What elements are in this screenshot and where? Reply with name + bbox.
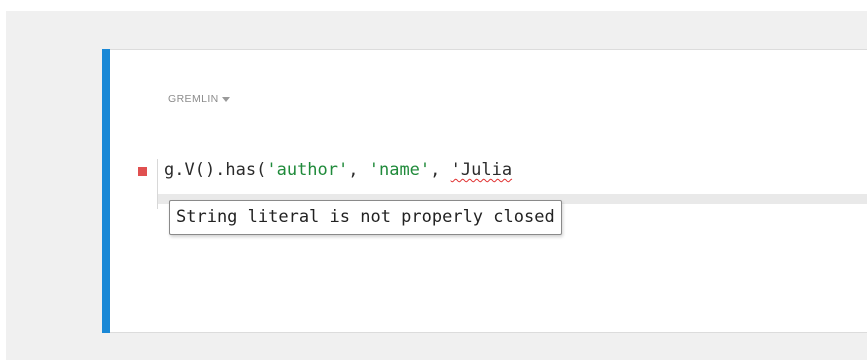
code-editor-line[interactable]: g.V().has('author', 'name', 'Julia: [164, 158, 512, 182]
code-token: ,: [430, 160, 451, 180]
code-error-token: 'Julia: [450, 160, 513, 180]
code-token: g.V().has(: [164, 160, 267, 180]
language-dropdown-label: GREMLIN: [168, 93, 219, 105]
code-token: ,: [348, 160, 369, 180]
language-dropdown[interactable]: GREMLIN: [168, 93, 230, 105]
code-string-token: 'name': [368, 160, 431, 180]
error-marker-icon[interactable]: [138, 167, 147, 176]
caret-down-icon: [221, 97, 230, 102]
editor-gutter-divider: [157, 159, 158, 209]
error-tooltip: String literal is not properly closed: [169, 200, 562, 235]
code-string-token: 'author': [266, 160, 349, 180]
notebook-cell[interactable]: GREMLIN g.V().has('author', 'name', 'Jul…: [102, 49, 867, 333]
cell-selection-bar: [102, 49, 110, 333]
